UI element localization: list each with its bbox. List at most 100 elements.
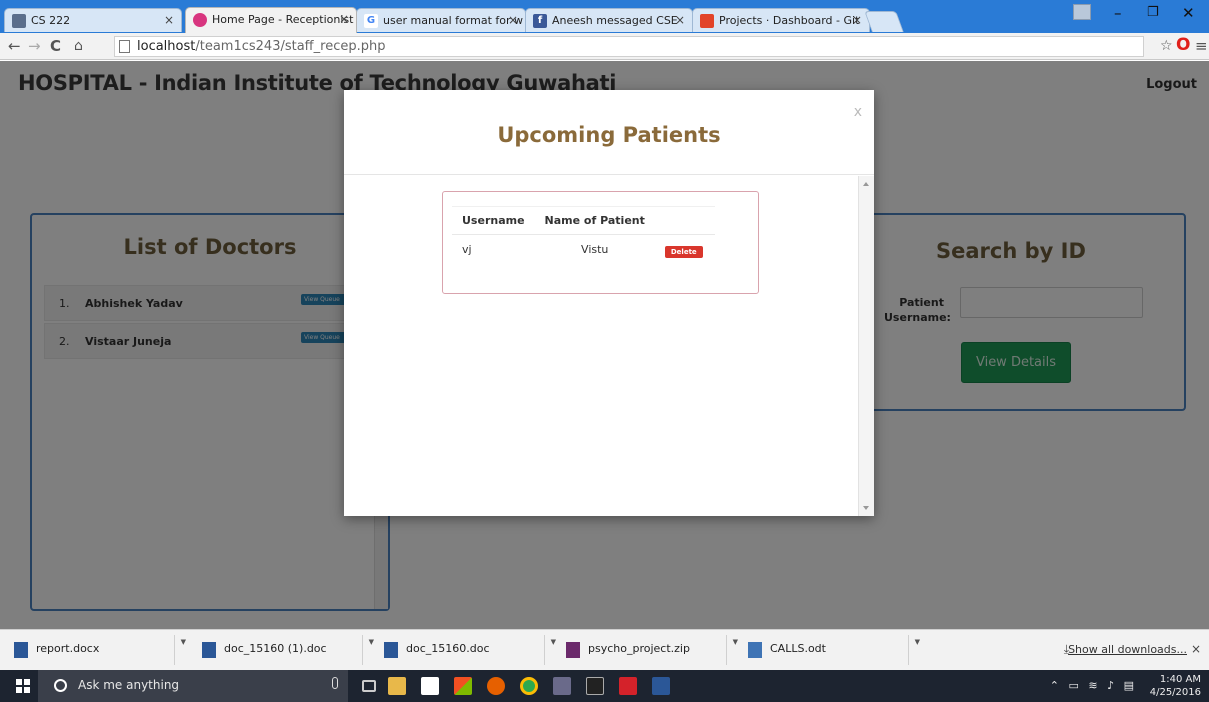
document-icon (12, 14, 26, 28)
media-app-icon[interactable] (553, 677, 571, 695)
word-doc-icon (384, 642, 398, 658)
delete-button[interactable]: Delete (664, 246, 703, 258)
tab-user-manual[interactable]: G user manual format for w × (356, 8, 526, 32)
tab-aneesh-messaged[interactable]: f Aneesh messaged CSE × (525, 8, 693, 32)
tab-projects-dashboard[interactable]: Projects · Dashboard - Git × (692, 8, 870, 32)
facebook-icon: f (533, 14, 547, 28)
download-item[interactable]: report.docx ▼ (4, 635, 192, 665)
table-row: vj Vistu Delete (452, 235, 715, 265)
clock-date: 4/25/2016 (1149, 687, 1201, 698)
close-tab-icon[interactable]: × (164, 9, 174, 32)
download-item[interactable]: doc_15160.doc ▼ (374, 635, 562, 665)
close-icon[interactable]: × (1191, 642, 1201, 656)
tab-home-page-receptionist[interactable]: Home Page - Receptionist × (185, 7, 357, 33)
close-window-icon[interactable]: ✕ (1182, 4, 1195, 22)
cell-username: vj (462, 243, 472, 256)
word-icon[interactable] (652, 677, 670, 695)
cell-patient-name: Vistu (581, 243, 609, 256)
home-icon[interactable]: ⌂ (74, 37, 83, 55)
url-text: localhost/team1cs243/staff_recep.php (137, 38, 385, 56)
tab-label: CS 222 (31, 14, 71, 27)
patients-table-box: Username Name of Patient vj Vistu Delete (442, 191, 759, 294)
downloads-bar: report.docx ▼ doc_15160 (1).doc ▼ doc_15… (0, 629, 1209, 670)
new-tab-button[interactable] (864, 11, 904, 32)
bookmark-star-icon[interactable]: ☆ (1160, 37, 1173, 55)
url-bar[interactable]: localhost/team1cs243/staff_recep.php (114, 36, 1144, 57)
pdf-reader-icon[interactable] (619, 677, 637, 695)
page-icon (119, 40, 130, 53)
page-content: HOSPITAL - Indian Institute of Technolog… (0, 61, 1209, 629)
chevron-down-icon[interactable]: ▼ (726, 635, 738, 665)
microphone-icon[interactable] (332, 677, 338, 689)
tray-icons[interactable]: ⌃ ▭ ≋ ♪ ▤ (1050, 679, 1137, 692)
windows-taskbar: Ask me anything ⌃ ▭ ≋ ♪ ▤ 1:40 AM 4/25/2… (0, 670, 1209, 702)
store-icon[interactable] (421, 677, 439, 695)
download-item[interactable]: CALLS.odt ▼ (738, 635, 926, 665)
firefox-icon[interactable] (487, 677, 505, 695)
color-app-icon[interactable] (454, 677, 472, 695)
search-placeholder: Ask me anything (78, 678, 180, 692)
forward-arrow-icon[interactable]: → (28, 37, 41, 55)
browser-toolbar: ← → C ⌂ localhost/team1cs243/staff_recep… (0, 33, 1209, 60)
tab-label: user manual format for w (383, 14, 523, 27)
archive-icon (566, 642, 580, 658)
download-name: CALLS.odt (770, 642, 826, 655)
back-arrow-icon[interactable]: ← (8, 37, 21, 55)
close-icon[interactable]: x (854, 104, 862, 120)
minimize-icon[interactable]: – (1114, 4, 1122, 22)
close-tab-icon[interactable]: × (852, 9, 862, 32)
restore-icon[interactable]: ❐ (1147, 5, 1159, 20)
app-icon (193, 13, 207, 27)
download-name: doc_15160.doc (406, 642, 490, 655)
cell-action: Delete (655, 235, 715, 265)
column-header: Name of Patient (534, 206, 655, 235)
column-header: Username (452, 206, 535, 235)
profile-icon[interactable] (1073, 4, 1091, 20)
close-tab-icon[interactable]: × (508, 9, 518, 32)
download-item[interactable]: psycho_project.zip ▼ (556, 635, 744, 665)
upcoming-patients-modal: Upcoming Patients x Username Name of Pat… (344, 90, 874, 516)
tab-cs222[interactable]: CS 222 × (4, 8, 182, 32)
modal-header: Upcoming Patients x (344, 90, 874, 175)
download-name: psycho_project.zip (588, 642, 690, 655)
opera-icon[interactable]: O (1176, 36, 1190, 54)
windows-start-icon[interactable] (16, 679, 30, 693)
download-name: doc_15160 (1).doc (224, 642, 327, 655)
terminal-icon[interactable] (586, 677, 604, 695)
cortana-search-box[interactable]: Ask me anything (38, 670, 348, 702)
tab-label: Aneesh messaged CSE (552, 14, 678, 27)
chrome-icon[interactable] (520, 677, 538, 695)
scroll-up-icon[interactable] (863, 182, 869, 186)
download-item[interactable]: doc_15160 (1).doc ▼ (192, 635, 380, 665)
download-name: report.docx (36, 642, 100, 655)
chevron-down-icon[interactable]: ▼ (544, 635, 556, 665)
file-explorer-icon[interactable] (388, 677, 406, 695)
tab-label: Projects · Dashboard - Git (719, 14, 860, 27)
url-path: /team1cs243/staff_recep.php (195, 39, 386, 54)
word-doc-icon (14, 642, 28, 658)
url-host: localhost (137, 39, 196, 54)
word-doc-icon (202, 642, 216, 658)
cortana-icon (54, 679, 67, 692)
browser-tab-strip: CS 222 × Home Page - Receptionist × G us… (0, 0, 1209, 34)
writer-doc-icon (748, 642, 762, 658)
scroll-down-icon[interactable] (863, 506, 869, 510)
menu-icon[interactable]: ≡ (1195, 37, 1208, 55)
modal-scrollbar[interactable] (858, 176, 874, 516)
google-icon: G (364, 14, 378, 28)
chevron-down-icon[interactable]: ▼ (362, 635, 374, 665)
show-all-downloads-link[interactable]: Show all downloads... (1068, 643, 1187, 656)
modal-title: Upcoming Patients (497, 123, 721, 147)
chevron-down-icon[interactable]: ▼ (174, 635, 186, 665)
tab-label: Home Page - Receptionist (212, 13, 354, 26)
reload-icon[interactable]: C (50, 37, 61, 55)
task-view-icon[interactable] (362, 680, 376, 692)
patients-table: Username Name of Patient vj Vistu Delete (452, 206, 715, 265)
close-tab-icon[interactable]: × (339, 8, 349, 31)
column-header (654, 206, 715, 235)
chevron-down-icon[interactable]: ▼ (908, 635, 920, 665)
gitlab-icon (700, 14, 714, 28)
close-tab-icon[interactable]: × (675, 9, 685, 32)
clock-time: 1:40 AM (1159, 674, 1201, 685)
clock[interactable]: 1:40 AM 4/25/2016 (1150, 673, 1201, 699)
